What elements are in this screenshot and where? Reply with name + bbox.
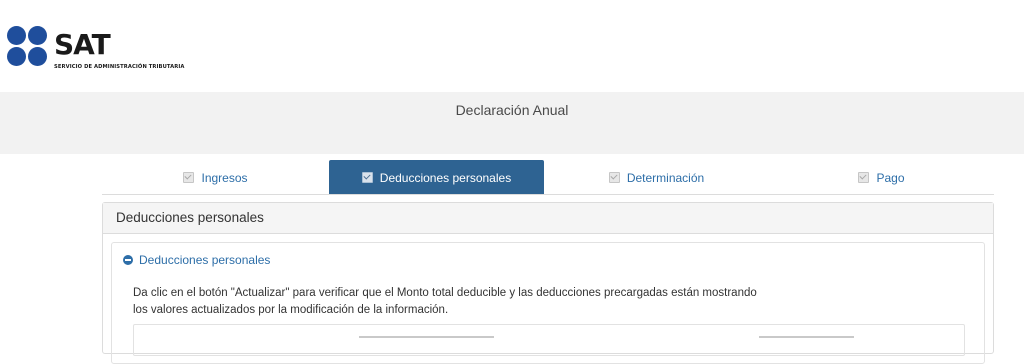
tab-label: Determinación <box>626 171 705 185</box>
description-line-2: los valores actualizados por la modifica… <box>133 304 449 316</box>
sat-logo-word: SAT <box>54 28 111 61</box>
checkbox-checked-icon <box>858 172 870 183</box>
tab-label: Deducciones personales <box>379 171 512 185</box>
title-band: Declaración Anual <box>0 92 1024 154</box>
amount-field-top <box>359 336 494 338</box>
tab-label: Pago <box>876 171 905 185</box>
sat-logo-subtitle: SERVICIO DE ADMINISTRACIÓN TRIBUTARIA <box>54 64 185 70</box>
panel-title: Deducciones personales <box>103 203 993 234</box>
sat-logo[interactable]: SAT SERVICIO DE ADMINISTRACIÓN TRIBUTARI… <box>7 26 207 76</box>
section-description: Da clic en el botón "Actualizar" para ve… <box>133 285 833 319</box>
tab-ingresos[interactable]: Ingresos <box>102 160 329 194</box>
description-line-1: Da clic en el botón "Actualizar" para ve… <box>133 287 757 299</box>
section-title: Deducciones personales <box>139 253 271 267</box>
tab-deducciones-personales[interactable]: Deducciones personales <box>329 160 544 194</box>
tab-determinacion[interactable]: Determinación <box>544 160 769 194</box>
page-title: Declaración Anual <box>455 102 569 118</box>
sat-logo-circles-icon <box>7 26 49 68</box>
checkbox-checked-icon <box>183 172 195 183</box>
step-tabs: Ingresos Deducciones personales Determin… <box>102 160 994 195</box>
deducciones-panel: Deducciones personales Deducciones perso… <box>102 202 994 364</box>
minus-circle-icon <box>123 255 133 265</box>
section-toggle[interactable]: Deducciones personales <box>123 253 270 267</box>
tab-label: Ingresos <box>201 171 248 185</box>
checkbox-checked-icon <box>608 172 620 183</box>
tab-pago[interactable]: Pago <box>769 160 994 194</box>
amounts-subpanel <box>133 324 965 356</box>
deducciones-section: Deducciones personales Da clic en el bot… <box>111 242 985 364</box>
amount-field-top <box>759 336 854 338</box>
checkbox-checked-icon <box>361 172 373 183</box>
